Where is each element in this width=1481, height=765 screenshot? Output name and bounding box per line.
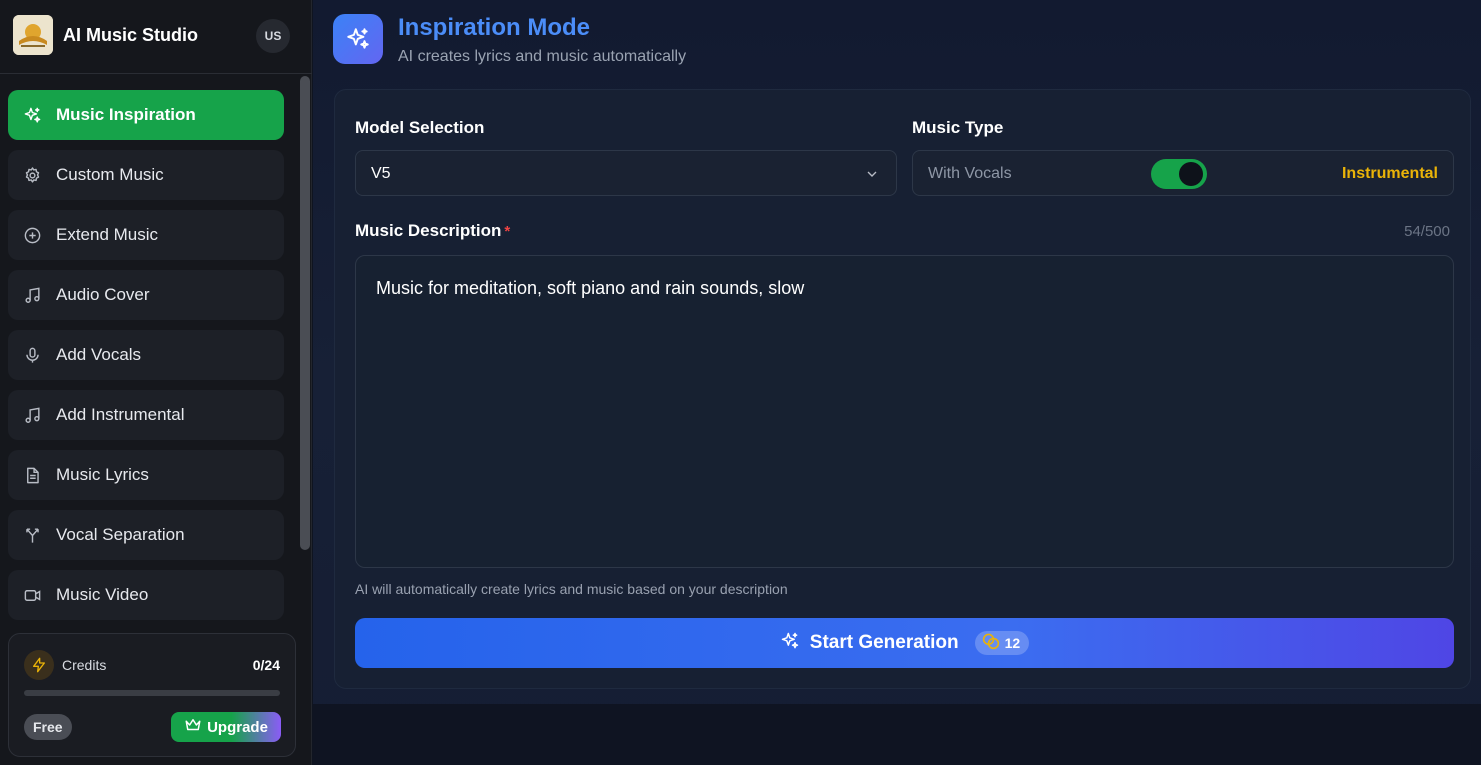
video-icon — [8, 570, 56, 620]
split-icon — [8, 510, 56, 560]
sidebar-item-label: Audio Cover — [56, 285, 150, 304]
character-count: 54/500 — [1404, 223, 1450, 240]
credits-card: Credits 0/24 Free Upgrade — [8, 633, 296, 757]
coins-icon — [981, 632, 1001, 655]
sidebar-item-music-video[interactable]: Music Video — [8, 570, 284, 620]
sidebar-item-add-vocals[interactable]: Add Vocals — [8, 330, 284, 380]
app-logo[interactable] — [13, 15, 53, 55]
sidebar-item-label: Custom Music — [56, 165, 164, 184]
upgrade-button[interactable]: Upgrade — [171, 712, 281, 742]
model-select-value: V5 — [371, 165, 391, 182]
language-button[interactable]: US — [256, 19, 290, 53]
generation-cost: 12 — [1004, 635, 1021, 651]
description-hint: AI will automatically create lyrics and … — [355, 581, 788, 597]
lightning-icon — [24, 650, 54, 680]
model-select[interactable]: V5 — [355, 150, 897, 196]
credits-label: Credits — [62, 657, 107, 673]
sidebar-item-vocal-separation[interactable]: Vocal Separation — [8, 510, 284, 560]
sidebar-item-label: Add Instrumental — [56, 405, 185, 424]
sidebar-scrollbar[interactable] — [298, 74, 312, 622]
sidebar-item-extend-music[interactable]: Extend Music — [8, 210, 284, 260]
sidebar-item-custom-music[interactable]: Custom Music — [8, 150, 284, 200]
with-vocals-option[interactable]: With Vocals — [928, 165, 1012, 183]
sidebar: AI Music Studio US Music Inspiration Cus… — [0, 0, 312, 765]
plan-badge: Free — [24, 714, 72, 740]
page-title: Inspiration Mode — [398, 14, 590, 41]
document-icon — [8, 450, 56, 500]
sidebar-header: AI Music Studio US — [0, 0, 312, 74]
main-footer-area — [313, 704, 1481, 765]
sidebar-item-label: Add Vocals — [56, 345, 142, 364]
toggle-knob — [1179, 162, 1203, 186]
sparkles-icon — [780, 631, 800, 656]
generation-cost-badge: 12 — [974, 631, 1030, 655]
main-content: Inspiration Mode AI creates lyrics and m… — [313, 0, 1481, 765]
app-title: AI Music Studio — [63, 25, 198, 45]
upgrade-label: Upgrade — [207, 718, 268, 736]
sparkles-icon — [8, 90, 56, 140]
start-generation-label: Start Generation — [809, 632, 959, 653]
sidebar-item-label: Vocal Separation — [56, 525, 185, 544]
music-note-icon — [8, 390, 56, 440]
music-type-label: Music Type — [912, 118, 1004, 137]
music-note-icon — [8, 270, 56, 320]
sidebar-item-music-inspiration[interactable]: Music Inspiration — [8, 90, 284, 140]
sidebar-item-label: Music Video — [56, 585, 149, 604]
model-selection-label: Model Selection — [355, 118, 485, 137]
microphone-icon — [8, 330, 56, 380]
credits-count: 0/24 — [252, 657, 280, 673]
chevron-down-icon — [864, 166, 880, 187]
credits-progress-bar — [24, 690, 280, 696]
required-mark: * — [504, 223, 511, 240]
sidebar-scrollbar-thumb[interactable] — [300, 76, 310, 550]
gear-icon — [8, 150, 56, 200]
plus-circle-icon — [8, 210, 56, 260]
generation-panel: Model Selection V5 Music Type With Vocal… — [334, 89, 1471, 689]
sparkles-icon — [333, 14, 383, 64]
sidebar-item-label: Extend Music — [56, 225, 159, 244]
music-type-switch: With Vocals Instrumental — [912, 150, 1454, 196]
start-generation-button[interactable]: Start Generation 12 — [355, 618, 1454, 668]
music-description-label: Music Description * — [355, 221, 510, 241]
instrumental-toggle[interactable] — [1151, 159, 1207, 189]
sidebar-item-audio-cover[interactable]: Audio Cover — [8, 270, 284, 320]
music-description-label-text: Music Description — [355, 221, 502, 240]
sidebar-item-add-instrumental[interactable]: Add Instrumental — [8, 390, 284, 440]
instrumental-option[interactable]: Instrumental — [1342, 165, 1438, 183]
page-subtitle: AI creates lyrics and music automaticall… — [398, 48, 687, 65]
crown-icon — [184, 716, 202, 738]
sidebar-item-music-lyrics[interactable]: Music Lyrics — [8, 450, 284, 500]
music-description-textarea[interactable]: Music for meditation, soft piano and rai… — [355, 255, 1454, 568]
sidebar-item-label: Music Inspiration — [56, 105, 196, 124]
sidebar-item-label: Music Lyrics — [56, 465, 149, 484]
